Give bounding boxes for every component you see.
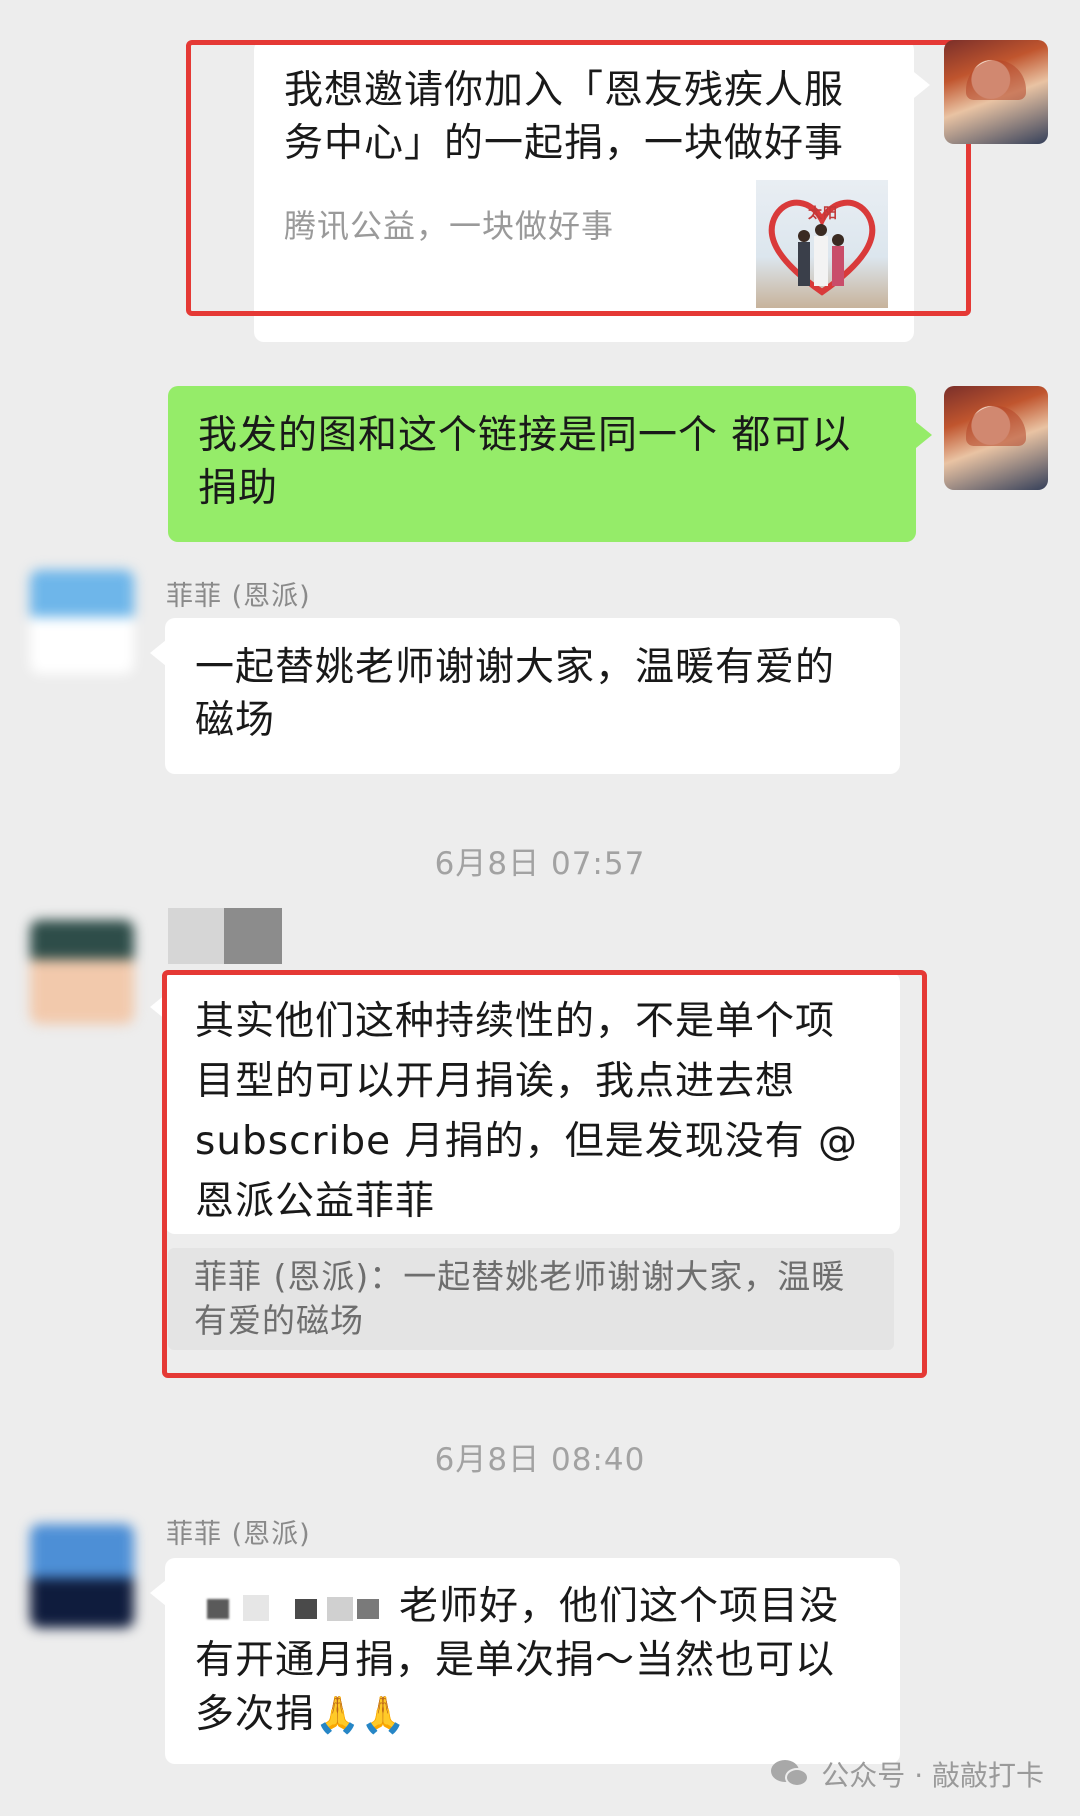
message-tail xyxy=(150,1580,166,1606)
watermark-text: 公众号 · 敲敲打卡 xyxy=(821,1759,1044,1792)
message-bubble-contact[interactable]: 老师好，他们这个项目没 有开通月捐，是单次捐～当然也可以 多次捐🙏🙏 xyxy=(165,1558,900,1764)
pray-emoji-icon: 🙏🙏 xyxy=(315,1695,407,1736)
message-bubble-self[interactable]: 我发的图和这个链接是同一个 都可以 捐助 xyxy=(168,386,916,542)
message-text-line1: 我发的图和这个链接是同一个 都可以 xyxy=(198,413,852,458)
timestamp: 6月8日 07:57 xyxy=(434,846,646,882)
contact-avatar[interactable] xyxy=(30,570,134,674)
timestamp: 6月8日 08:40 xyxy=(434,1442,646,1478)
message-text-line3: 多次捐🙏🙏 xyxy=(195,1688,870,1742)
message-text-line1: 老师好，他们这个项目没 xyxy=(195,1578,870,1634)
message-tail xyxy=(916,422,932,448)
highlight-box-question xyxy=(162,970,927,1378)
watermark: 公众号 · 敲敲打卡 xyxy=(771,1754,1044,1794)
highlight-box-share-card xyxy=(186,40,971,316)
sender-name: 菲菲 (恩派) xyxy=(166,581,311,612)
self-avatar[interactable] xyxy=(944,40,1048,144)
contact-avatar[interactable] xyxy=(30,920,134,1024)
message-text-line2: 磁场 xyxy=(195,698,276,743)
sender-name: 菲菲 (恩派) xyxy=(166,1519,311,1550)
message-text-line1-content: 老师好，他们这个项目没 xyxy=(399,1583,840,1629)
wechat-icon xyxy=(771,1758,811,1790)
message-text-line1: 一起替姚老师谢谢大家，温暖有爱的 xyxy=(195,645,836,690)
self-avatar[interactable] xyxy=(944,386,1048,490)
message-tail xyxy=(150,640,166,666)
sender-name-redacted xyxy=(168,908,282,964)
message-text-line2: 捐助 xyxy=(198,466,279,511)
mention-redacted xyxy=(195,1591,395,1621)
message-text-line2: 有开通月捐，是单次捐～当然也可以 xyxy=(195,1638,836,1683)
message-text-line3-content: 多次捐 xyxy=(195,1692,316,1737)
contact-avatar[interactable] xyxy=(30,1524,134,1628)
message-bubble-contact[interactable]: 一起替姚老师谢谢大家，温暖有爱的 磁场 xyxy=(165,618,900,774)
